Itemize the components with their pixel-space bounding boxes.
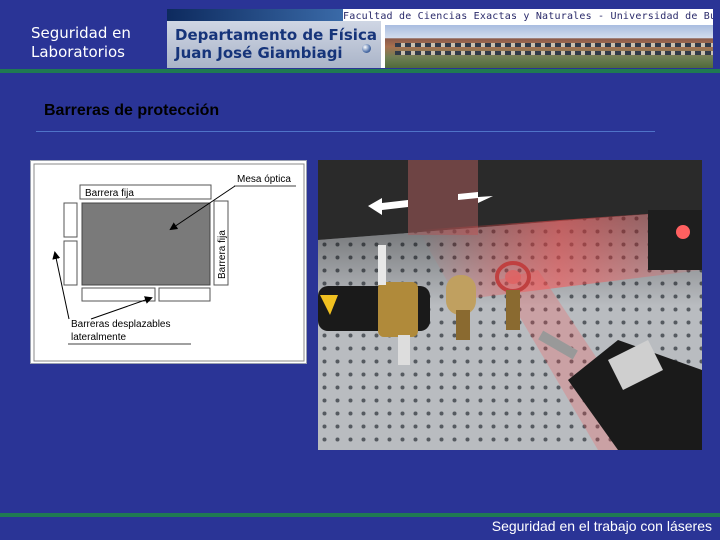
header-title-line1: Seguridad en (31, 24, 131, 42)
section-divider (36, 131, 655, 132)
left-movable-barrier (63, 202, 78, 238)
label-barrera-fija-top: Barrera fija (85, 188, 134, 199)
label-barrera-fija-side: Barrera fija (217, 230, 228, 279)
right-mount (648, 210, 702, 270)
faculty-text: Facultad de Ciencias Exactas y Naturales… (343, 11, 713, 22)
department-banner: Facultad de Ciencias Exactas y Naturales… (167, 9, 713, 68)
laser-table-photo (318, 160, 702, 450)
bottom-movable-barrier (81, 287, 156, 302)
barrier-diagram: Barrera fija Mesa óptica Barrera fija Ba… (30, 160, 307, 364)
header-divider (0, 69, 720, 73)
building-windows (395, 43, 713, 47)
bottom-movable-barrier (158, 287, 211, 302)
department-name: Departamento de Física (175, 26, 377, 44)
label-desplazables-line2: lateralmente (71, 332, 126, 343)
department-logo: Departamento de Física Juan José Giambia… (167, 21, 381, 68)
building-windows (395, 51, 713, 55)
label-desplazables-line1: Barreras desplazables (71, 319, 171, 330)
slide-header-title: Seguridad en Laboratorios (31, 24, 161, 62)
logo-dot-icon (362, 44, 371, 53)
section-title: Barreras de protección (44, 102, 220, 119)
footer-divider (0, 513, 720, 517)
department-subname: Juan José Giambiagi (175, 44, 343, 62)
building-photo (385, 25, 713, 68)
label-mesa-optica: Mesa óptica (237, 174, 291, 185)
footer-text: Seguridad en el trabajo con láseres (491, 518, 712, 534)
header-title-line2: Laboratorios (31, 43, 125, 61)
left-movable-barrier (63, 240, 78, 286)
